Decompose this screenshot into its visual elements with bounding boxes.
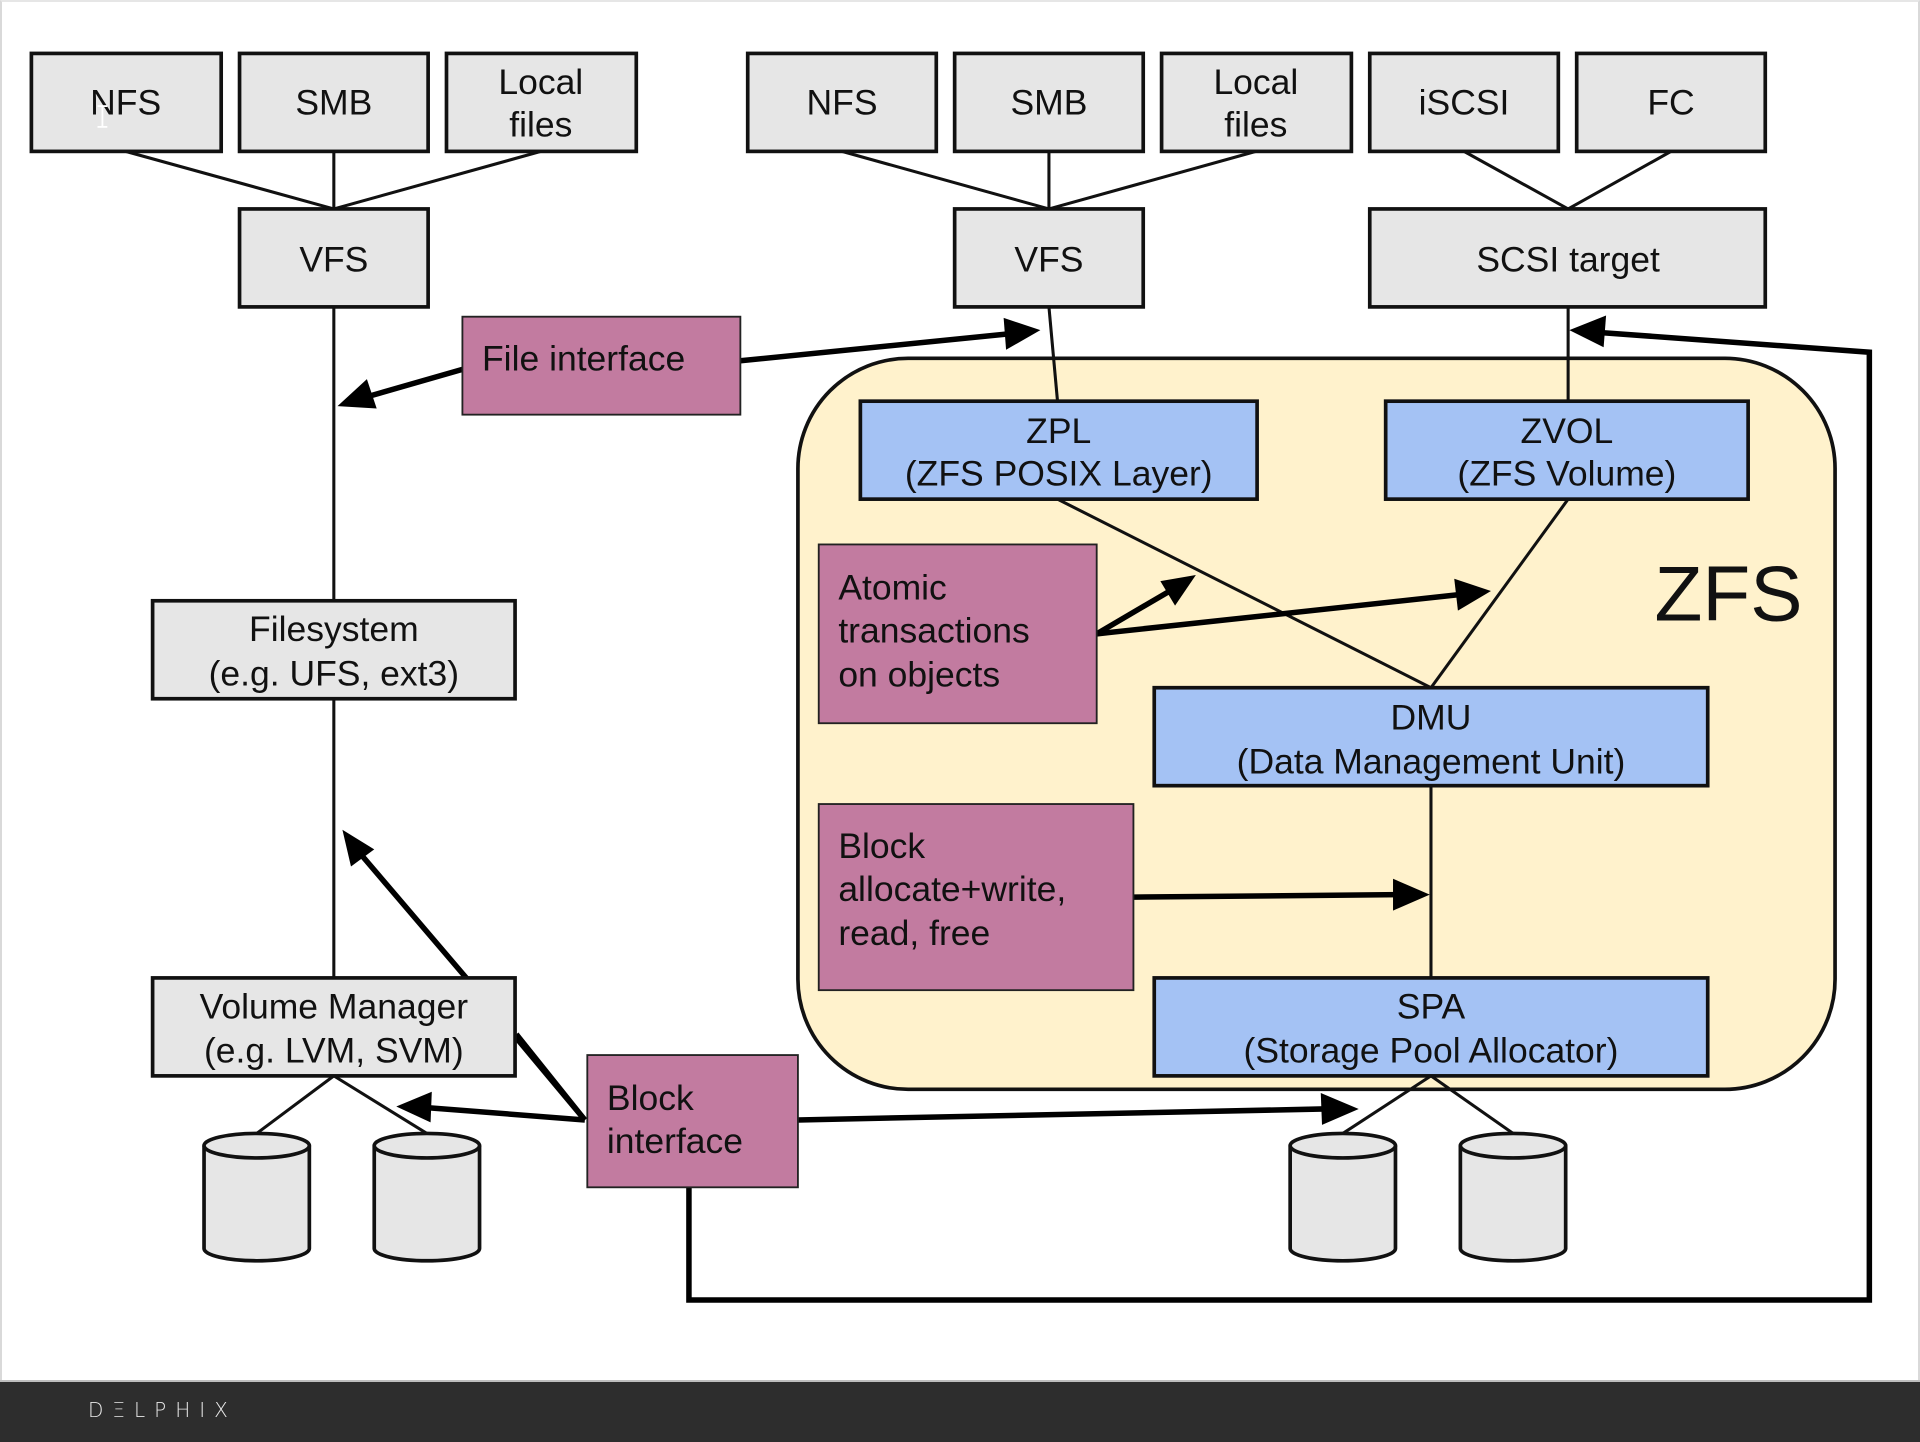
atomic-transactions-box[interactable]: Atomic transactions on objects xyxy=(817,543,1098,725)
label: SMB xyxy=(295,83,372,123)
footer-bar: DΞLPHIX xyxy=(0,1380,1920,1442)
zfs-protocol-iscsi[interactable]: iSCSI xyxy=(1367,51,1561,154)
label: transactions xyxy=(838,610,1029,650)
label: read, free xyxy=(838,913,990,953)
block-interface-box[interactable]: Block interface xyxy=(586,1054,799,1189)
scsi-target-box[interactable]: SCSI target xyxy=(1367,207,1768,309)
filesystem-box[interactable]: Filesystem (e.g. UFS, ext3) xyxy=(150,598,517,701)
left-protocol-nfs[interactable]: NFS xyxy=(29,51,224,154)
label: (Data Management Unit) xyxy=(1237,741,1626,781)
label: Local xyxy=(1213,62,1298,102)
arrow-block-to-zfs-disks xyxy=(797,1106,1325,1123)
arrow-file-to-left-stack xyxy=(363,366,464,401)
dmu-box[interactable]: DMU (Data Management Unit) xyxy=(1152,685,1710,788)
label: on objects xyxy=(838,654,1000,694)
label: ZVOL xyxy=(1521,411,1614,451)
disk-icon xyxy=(1288,1131,1398,1263)
arrowhead-icon xyxy=(1320,1093,1359,1125)
label: ZPL xyxy=(1026,411,1091,451)
zpl-box[interactable]: ZPL (ZFS POSIX Layer) xyxy=(858,399,1259,501)
zfs-vfs-box[interactable]: VFS xyxy=(952,207,1146,309)
delphix-logo: DΞLPHIX xyxy=(88,1398,237,1422)
left-vfs-box[interactable]: VFS xyxy=(237,207,430,309)
label: Filesystem xyxy=(249,609,419,649)
label: NFS xyxy=(806,83,877,123)
label: NFS xyxy=(90,83,161,123)
label: (Storage Pool Allocator) xyxy=(1244,1030,1619,1070)
block-ops-box[interactable]: Block allocate+write, read, free xyxy=(817,803,1135,992)
disk-icon xyxy=(202,1131,312,1263)
label: Block xyxy=(607,1078,694,1118)
disk-icon xyxy=(1458,1131,1568,1263)
zvol-box[interactable]: ZVOL (ZFS Volume) xyxy=(1383,399,1750,501)
label: interface xyxy=(607,1121,743,1161)
label: SCSI target xyxy=(1476,239,1660,279)
label: files xyxy=(1224,105,1287,145)
zfs-protocol-fc[interactable]: FC xyxy=(1574,51,1768,154)
arrowhead-icon xyxy=(1569,315,1607,348)
zfs-protocol-local-files[interactable]: Local files xyxy=(1159,51,1354,154)
label: SPA xyxy=(1397,986,1466,1026)
slide: ZFS NFS SMB Local files VFS Filesystem (… xyxy=(0,0,1920,1380)
arrow-blockops-to-dmu-spa xyxy=(1133,891,1398,900)
label: SMB xyxy=(1010,83,1087,123)
spa-box[interactable]: SPA (Storage Pool Allocator) xyxy=(1152,976,1710,1078)
zfs-protocol-nfs[interactable]: NFS xyxy=(745,51,939,154)
storage-stack-diagram: ZFS NFS SMB Local files VFS Filesystem (… xyxy=(29,51,1873,1303)
label: Volume Manager xyxy=(200,986,469,1026)
label: DMU xyxy=(1391,697,1472,737)
disk-icon xyxy=(372,1131,482,1263)
label: Block xyxy=(838,826,925,866)
volume-manager-box[interactable]: Volume Manager (e.g. LVM, SVM) xyxy=(150,976,517,1078)
label: FC xyxy=(1647,83,1694,123)
label: File interface xyxy=(482,339,685,379)
zfs-container-label: ZFS xyxy=(1655,549,1803,637)
label: (ZFS POSIX Layer) xyxy=(905,454,1213,494)
left-protocol-smb[interactable]: SMB xyxy=(237,51,430,154)
arrow-block-to-left-disks xyxy=(427,1104,586,1123)
file-interface-box[interactable]: File interface xyxy=(461,315,742,416)
left-protocol-local-files[interactable]: Local files xyxy=(444,51,639,154)
traditional-stack: NFS SMB Local files VFS Filesystem (e.g.… xyxy=(29,51,639,1263)
label: (e.g. UFS, ext3) xyxy=(209,653,460,693)
label: Atomic xyxy=(838,568,947,608)
label: Local xyxy=(498,62,583,102)
label: (ZFS Volume) xyxy=(1457,454,1676,494)
label: iSCSI xyxy=(1419,83,1510,123)
arrowhead-icon xyxy=(337,379,377,409)
arrowhead-icon xyxy=(1003,317,1041,350)
label: VFS xyxy=(299,239,368,279)
label: VFS xyxy=(1014,239,1083,279)
zfs-protocol-smb[interactable]: SMB xyxy=(952,51,1146,154)
label: files xyxy=(509,105,572,145)
label: (e.g. LVM, SVM) xyxy=(204,1030,464,1070)
label: allocate+write, xyxy=(838,869,1066,909)
